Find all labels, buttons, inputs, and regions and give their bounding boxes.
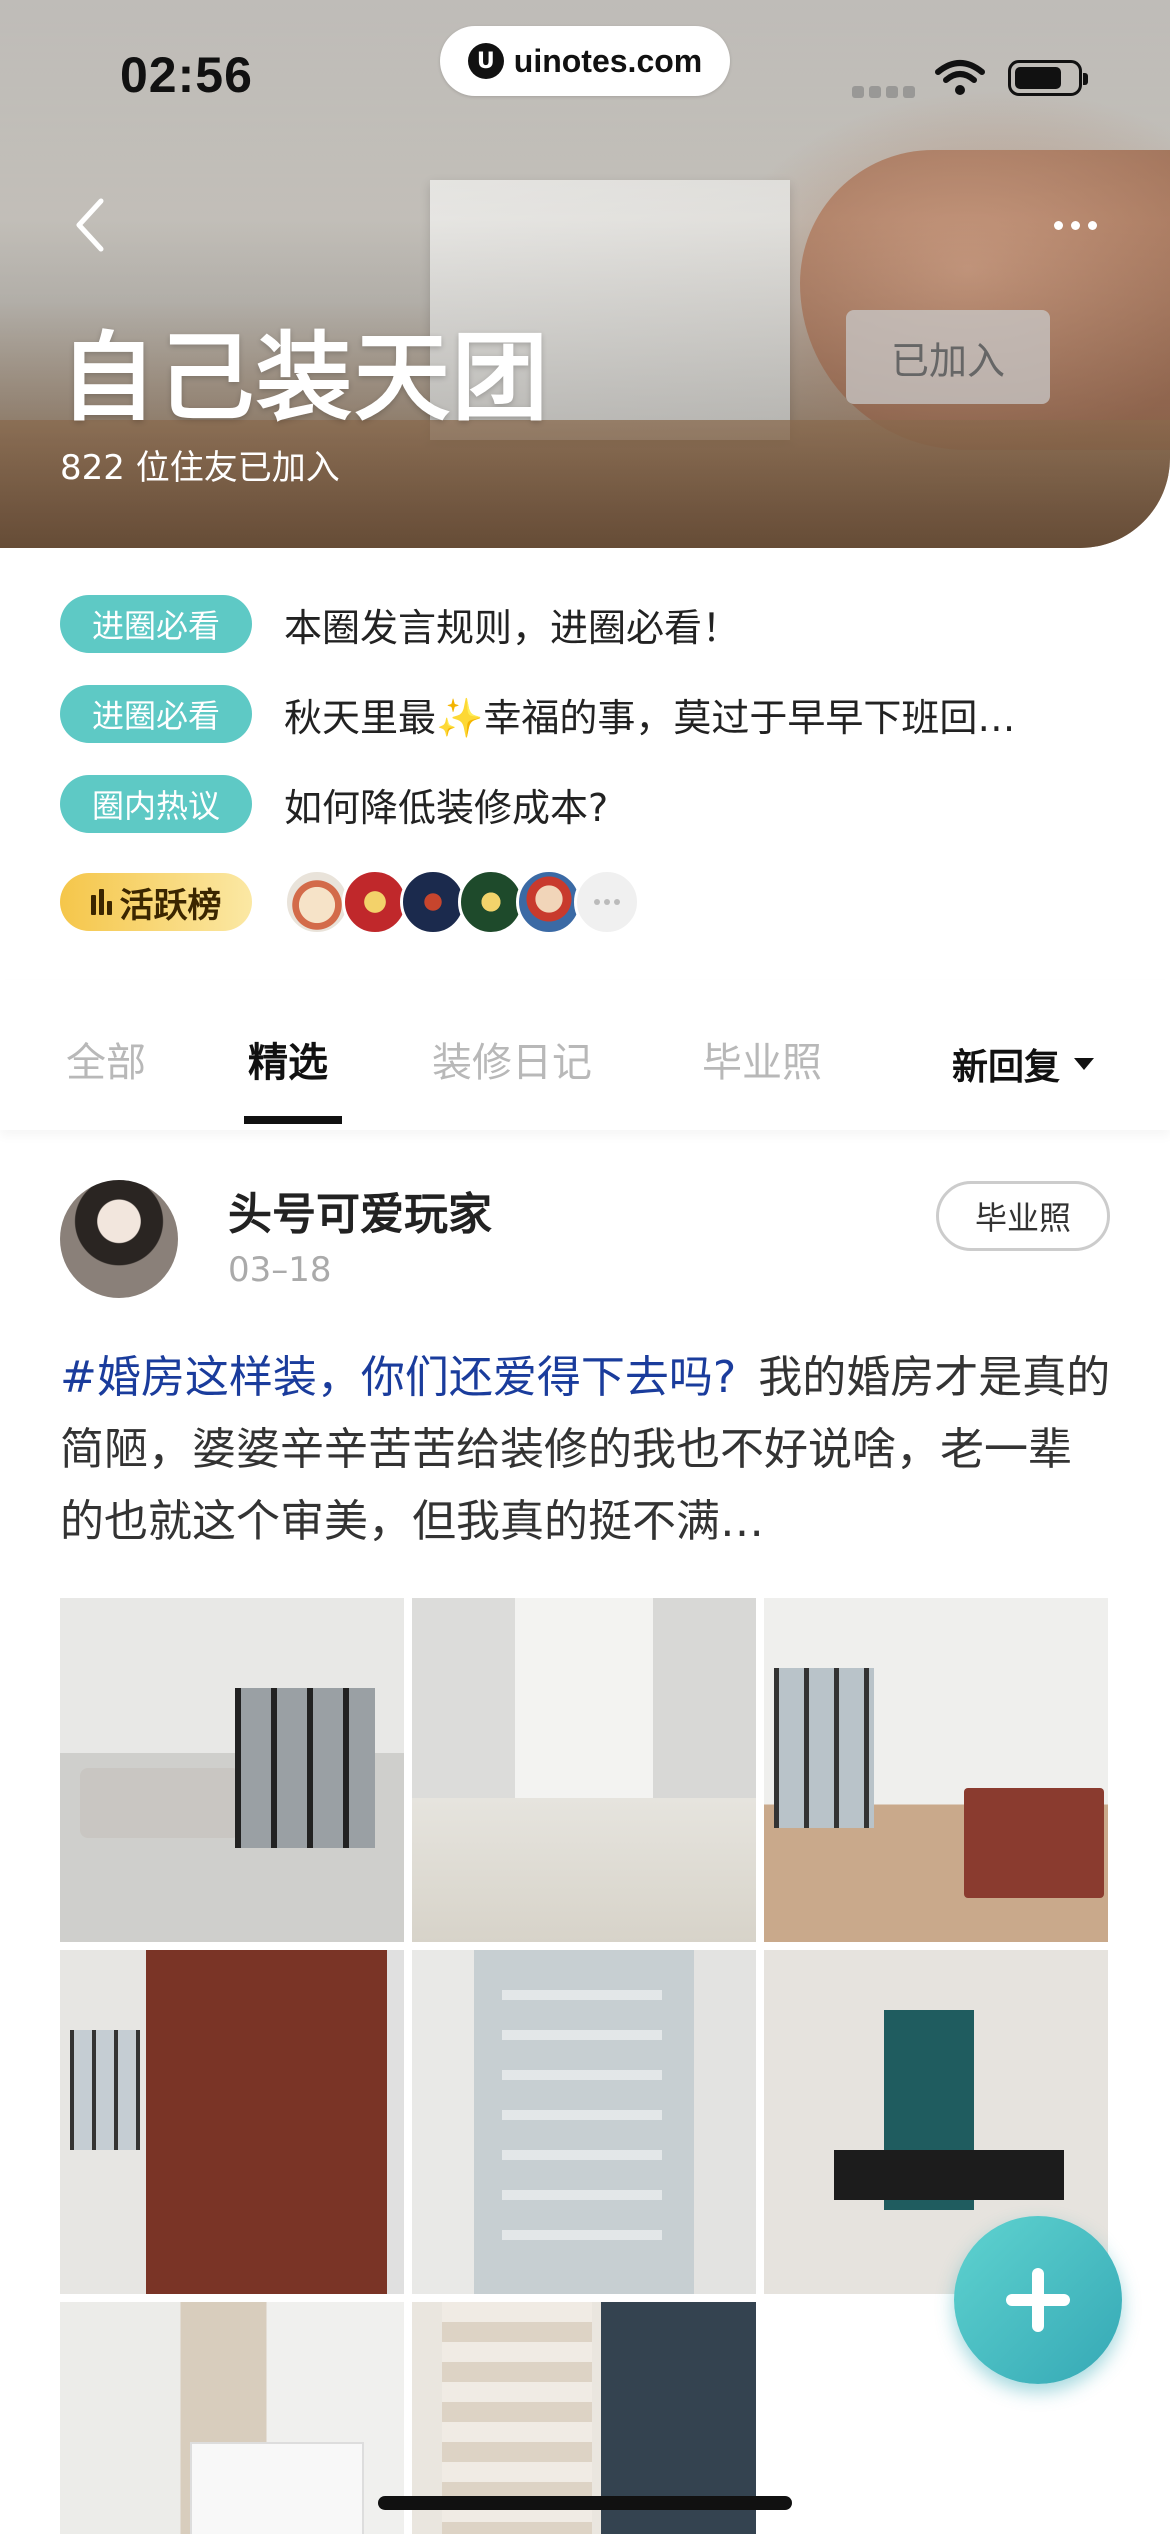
tab-all[interactable]: 全部 [66,1030,146,1088]
tab-renovation-diary[interactable]: 装修日记 [432,1030,592,1088]
post-image[interactable] [60,1950,404,2294]
uinotes-logo-icon: U [467,43,504,79]
topic-row[interactable]: 进圈必看 本圈发言规则，进圈必看！ [60,594,1120,654]
active-member-avatars[interactable] [284,869,640,935]
post-image[interactable] [412,1598,756,1942]
topic-row[interactable]: 进圈必看 秋天里最✨幸福的事，莫过于早早下班回… [60,684,1120,744]
post-image[interactable] [764,1598,1108,1942]
post-category-badge[interactable]: 毕业照 [936,1181,1110,1251]
battery-icon [1008,60,1088,96]
post-date: 03–18 [228,1250,332,1290]
active-ranking-row[interactable]: 活跃榜 [60,869,1120,935]
topic-text: 秋天里最✨幸福的事，莫过于早早下班回… [284,695,1016,740]
member-count: 822 位住友已加入 [60,448,340,488]
wifi-icon [935,60,985,95]
back-button[interactable] [60,190,120,260]
post-image[interactable] [60,2302,404,2534]
avatar [516,869,582,935]
post-body[interactable]: #婚房这样装，你们还爱得下去吗? 我的婚房才是真的简陋，婆婆辛辛苦苦给装修的我也… [60,1342,1114,1558]
post-hashtag[interactable]: #婚房这样装，你们还爱得下去吗? [60,1352,736,1403]
chevron-left-icon [76,198,104,252]
more-options-button[interactable] [1040,200,1110,250]
topic-text: 本圈发言规则，进圈必看！ [284,605,741,650]
more-dots-icon [1053,220,1063,230]
bar-chart-icon [90,889,112,915]
avatar [342,869,408,935]
more-members-icon [574,869,640,935]
tab-featured[interactable]: 精选 [248,1030,328,1088]
caret-down-icon [1074,1058,1095,1070]
active-ranking-badge[interactable]: 活跃榜 [60,873,252,931]
topic-tag: 圈内热议 [60,775,252,833]
url-text: uinotes.com [513,42,703,79]
tab-graduation-photos[interactable]: 毕业照 [702,1030,822,1088]
topic-tag: 进圈必看 [60,595,252,653]
post-author-avatar[interactable] [60,1180,178,1298]
sort-dropdown[interactable]: 新回复 [952,1038,1095,1090]
joined-button[interactable]: 已加入 [846,310,1050,404]
active-tab-indicator [244,1116,342,1124]
create-post-button[interactable] [954,2216,1122,2384]
group-title: 自己装天团 [60,322,550,434]
topic-tag: 进圈必看 [60,685,252,743]
avatar [400,869,466,935]
post-image[interactable] [412,1950,756,2294]
topic-text: 如何降低装修成本? [284,785,609,830]
status-time: 02:56 [120,47,253,103]
sort-label: 新回复 [952,1047,1061,1088]
topic-row[interactable]: 圈内热议 如何降低装修成本? [60,774,1120,834]
post-author-name[interactable]: 头号可爱玩家 [228,1178,492,1242]
avatar [284,869,350,935]
cellular-signal-icon [852,86,915,98]
post-image[interactable] [60,1598,404,1942]
ranking-label: 活跃榜 [119,885,222,926]
home-indicator[interactable] [378,2496,792,2510]
url-pill: U uinotes.com [440,26,730,96]
avatar [458,869,524,935]
